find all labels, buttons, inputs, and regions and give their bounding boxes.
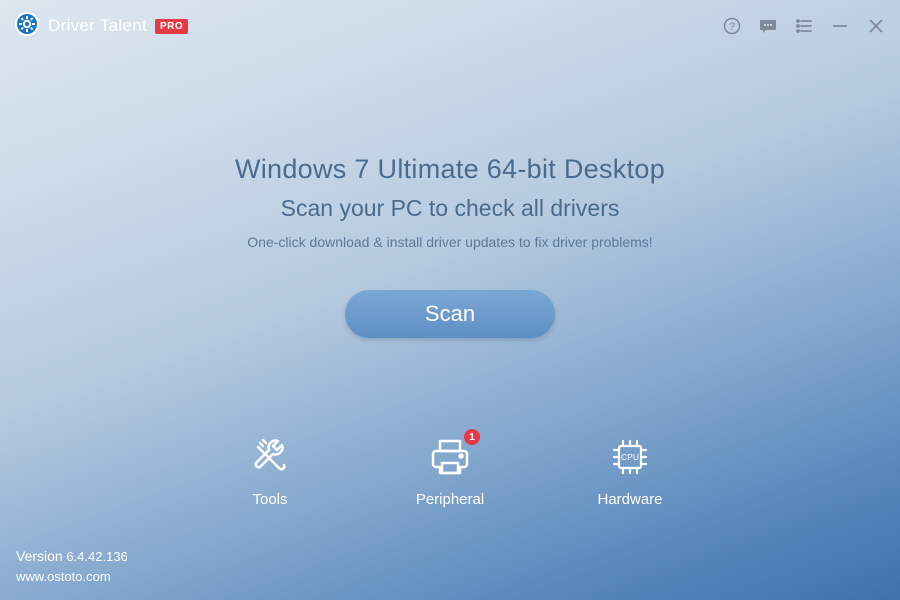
peripheral-badge: 1	[464, 429, 480, 445]
pro-badge: PRO	[155, 19, 188, 34]
website-link[interactable]: www.ostoto.com	[16, 567, 128, 587]
nav-hardware-label: Hardware	[597, 491, 662, 508]
cpu-icon: CPU	[606, 433, 654, 481]
version-word: Version	[16, 548, 63, 564]
tools-icon	[246, 433, 294, 481]
brand: Driver Talent PRO	[14, 11, 188, 42]
svg-text:CPU: CPU	[621, 452, 639, 462]
app-title: Driver Talent	[48, 16, 147, 36]
menu-icon[interactable]	[794, 16, 814, 36]
main-content: Windows 7 Ultimate 64-bit Desktop Scan y…	[0, 44, 900, 508]
nav-tools-label: Tools	[252, 491, 287, 508]
feedback-icon[interactable]	[758, 16, 778, 36]
nav-row: Tools 1 Peripheral	[0, 433, 900, 508]
version-line: Version 6.4.42.136	[16, 546, 128, 567]
app-window: Driver Talent PRO ? Windows 7 Ultimate 6…	[0, 0, 900, 600]
titlebar: Driver Talent PRO ?	[0, 0, 900, 44]
scan-button[interactable]: Scan	[345, 290, 555, 338]
scan-subhead: Scan your PC to check all drivers	[0, 195, 900, 222]
help-icon[interactable]: ?	[722, 16, 742, 36]
svg-text:?: ?	[729, 21, 735, 33]
close-icon[interactable]	[866, 16, 886, 36]
system-headline: Windows 7 Ultimate 64-bit Desktop	[0, 154, 900, 185]
version-number: 6.4.42.136	[66, 549, 127, 564]
nav-tools[interactable]: Tools	[225, 433, 315, 508]
printer-icon: 1	[426, 433, 474, 481]
title-controls: ?	[722, 16, 886, 36]
nav-peripheral[interactable]: 1 Peripheral	[405, 433, 495, 508]
nav-hardware[interactable]: CPU Hardware	[585, 433, 675, 508]
nav-peripheral-label: Peripheral	[416, 491, 484, 508]
description-text: One-click download & install driver upda…	[0, 234, 900, 250]
footer: Version 6.4.42.136 www.ostoto.com	[16, 546, 128, 587]
logo-gear-icon	[14, 11, 40, 42]
minimize-icon[interactable]	[830, 16, 850, 36]
